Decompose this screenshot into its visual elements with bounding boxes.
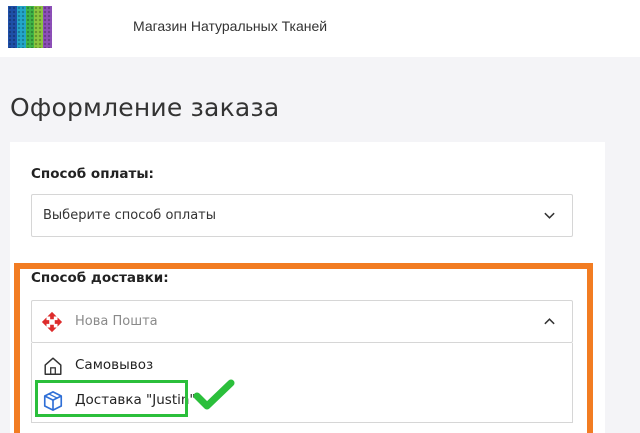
delivery-options-list: Самовывоз Доставка "Justin" (31, 343, 573, 423)
delivery-option-label: Доставка "Justin" (75, 392, 196, 408)
logo-stripe (8, 6, 17, 48)
justin-box-icon (43, 391, 63, 411)
chevron-up-icon (544, 318, 555, 325)
page-title: Оформление заказа (10, 93, 280, 122)
payment-method-value: Выберите способ оплаты (43, 208, 217, 223)
logo-stripe (34, 6, 44, 48)
delivery-option-label: Самовывоз (75, 357, 154, 373)
delivery-option-pickup[interactable]: Самовывоз (32, 348, 572, 384)
payment-method-label: Способ оплаты: (31, 166, 154, 182)
chevron-down-icon (544, 212, 555, 219)
logo-stripe (16, 6, 26, 48)
delivery-method-label: Способ доставки: (31, 270, 169, 286)
logo-stripe (43, 6, 52, 48)
checkmark-icon (193, 379, 235, 410)
delivery-option-justin[interactable]: Доставка "Justin" (32, 383, 572, 419)
delivery-method-value: Нова Пошта (75, 314, 158, 329)
site-header: Магазин Натуральных Тканей (0, 0, 640, 57)
payment-method-select[interactable]: Выберите способ оплаты (31, 194, 573, 237)
nova-poshta-icon (41, 311, 63, 333)
store-name[interactable]: Магазин Натуральных Тканей (133, 18, 327, 34)
logo-stripe (25, 6, 35, 48)
delivery-method-select[interactable]: Нова Пошта (31, 300, 573, 343)
store-logo[interactable] (8, 6, 52, 48)
home-icon (44, 357, 62, 375)
